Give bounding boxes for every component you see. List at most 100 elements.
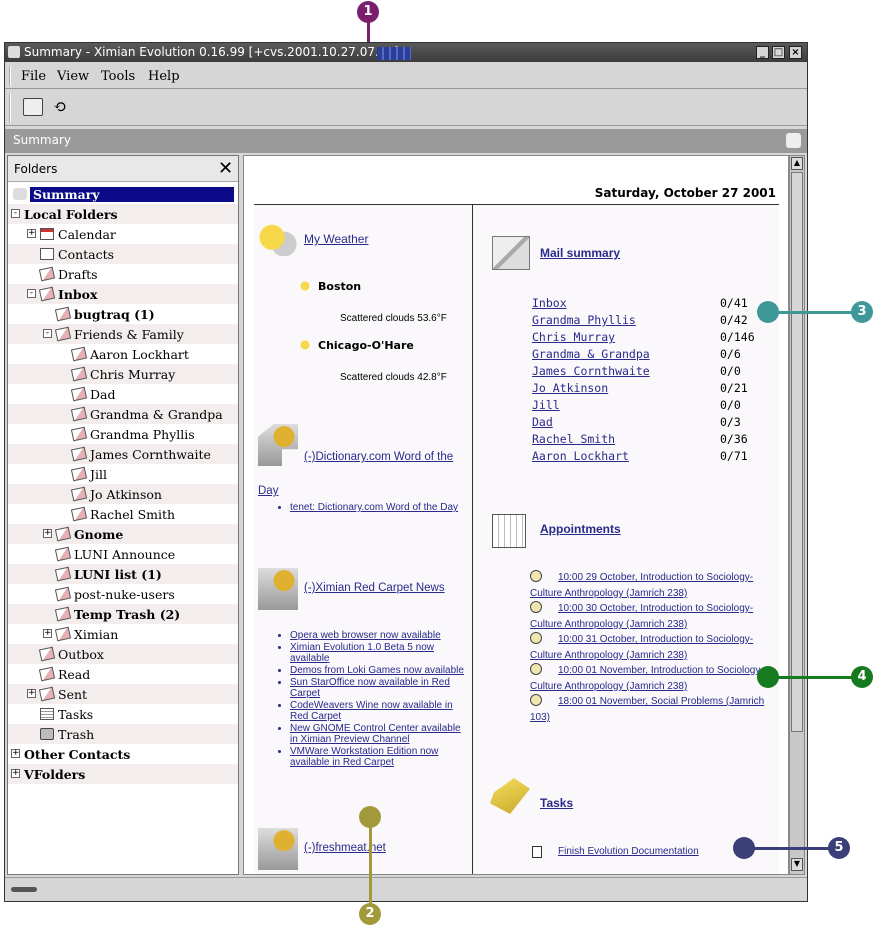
folder-item[interactable]: Tasks [8,704,238,724]
dictionary-title[interactable]: (-)Dictionary.com Word of the Day [258,440,474,508]
folder-header-title: Folders [14,162,58,176]
redcarpet-item[interactable]: CodeWeavers Wine now available in Red Ca… [290,700,470,722]
folder-label: LUNI Announce [74,547,176,562]
redcarpet-item[interactable]: VMWare Workstation Edition now available… [290,746,470,768]
freshmeat-icon [258,828,298,870]
summary-icon [13,188,27,200]
expand-icon[interactable]: + [43,629,52,638]
folder-item[interactable]: Dad [8,384,238,404]
maximize-button[interactable]: □ [772,46,785,59]
folder-item[interactable]: LUNI list (1) [8,564,238,584]
mail-folder-link[interactable]: Grandma Phyllis [532,313,636,327]
collapse-icon[interactable]: - [11,209,20,218]
folder-item[interactable]: post-nuke-users [8,584,238,604]
folder-item[interactable]: Rachel Smith [8,504,238,524]
mail-folder-count: 0/71 [720,449,748,463]
redcarpet-item[interactable]: Ximian Evolution 1.0 Beta 5 now availabl… [290,642,470,664]
menu-tools[interactable]: Tools [101,69,135,84]
menu-help[interactable]: Help [148,69,180,84]
appointment-item[interactable]: 10:00 01 November, Introduction to Socio… [530,663,778,695]
close-folders-icon[interactable]: ✕ [218,158,233,179]
task-item[interactable]: Finish Evolution Documentation [558,846,699,857]
mail-folder-link[interactable]: Dad [532,415,553,429]
folder-item[interactable]: Summary [8,184,238,204]
appointments-title[interactable]: Appointments [540,522,621,536]
folder-item[interactable]: + Sent [8,684,238,704]
title-bar[interactable]: Summary - Ximian Evolution 0.16.99 [+cvs… [5,43,807,62]
mail-folder-link[interactable]: Inbox [532,296,567,310]
mail-folder-link[interactable]: Aaron Lockhart [532,449,629,463]
weather-place-icon [298,280,312,292]
mail-folder-link[interactable]: Jill [532,398,560,412]
folder-item[interactable]: + Gnome [8,524,238,544]
folder-item[interactable]: Temp Trash (2) [8,604,238,624]
folder-item[interactable]: Grandma & Grandpa [8,404,238,424]
scroll-down-button[interactable]: ▼ [791,858,803,871]
tasks-title[interactable]: Tasks [540,796,573,810]
scroll-thumb[interactable] [791,172,803,732]
folder-item[interactable]: - Friends & Family [8,324,238,344]
mail-summary-title[interactable]: Mail summary [540,246,620,260]
weather-title[interactable]: My Weather [304,232,368,246]
toolbar: ⟲ [5,90,807,126]
folder-item[interactable]: Outbox [8,644,238,664]
vertical-scrollbar[interactable]: ▲ ▼ [789,155,805,875]
freshmeat-title[interactable]: (-)freshmeat.net [304,842,386,854]
mail-folder-link[interactable]: James Cornthwaite [532,364,650,378]
folder-item[interactable]: Jo Atkinson [8,484,238,504]
close-button[interactable]: × [789,46,802,59]
redcarpet-title[interactable]: (-)Ximian Red Carpet News [304,582,445,594]
minimize-button[interactable]: _ [756,46,769,59]
redcarpet-item[interactable]: New GNOME Control Center available in Xi… [290,723,470,745]
menu-view[interactable]: View [57,69,89,84]
mail-folder-link[interactable]: Jo Atkinson [532,381,608,395]
appointment-item[interactable]: 10:00 29 October, Introduction to Sociol… [530,570,778,602]
summary-bar-icon[interactable] [786,133,801,148]
folder-item[interactable]: Jill [8,464,238,484]
folder-item[interactable]: Aaron Lockhart [8,344,238,364]
folder-item[interactable]: Trash [8,724,238,744]
mail-icon [70,446,88,462]
folder-item[interactable]: LUNI Announce [8,544,238,564]
folder-item[interactable]: Read [8,664,238,684]
print-icon[interactable] [23,98,43,116]
appointment-item[interactable]: 18:00 01 November, Social Problems (Jamr… [530,694,778,726]
refresh-icon[interactable]: ⟲ [53,98,71,116]
collapse-icon[interactable]: - [27,289,36,298]
folder-item[interactable]: + Ximian [8,624,238,644]
dictionary-item[interactable]: tenet: Dictionary.com Word of the Day [290,502,470,513]
appointment-item[interactable]: 10:00 30 October, Introduction to Sociol… [530,601,778,633]
expand-icon[interactable]: + [27,689,36,698]
folder-item[interactable]: Grandma Phyllis [8,424,238,444]
expand-icon[interactable]: + [11,749,20,758]
redcarpet-item[interactable]: Sun StarOffice now available in Red Carp… [290,677,470,699]
appointment-item[interactable]: 10:00 31 October, Introduction to Sociol… [530,632,778,664]
folder-item[interactable]: Contacts [8,244,238,264]
folder-item[interactable]: Chris Murray [8,364,238,384]
redcarpet-item[interactable]: Opera web browser now available [290,630,470,641]
folder-item[interactable]: bugtraq (1) [8,304,238,324]
expand-icon[interactable]: + [11,769,20,778]
expand-icon[interactable]: + [43,529,52,538]
menu-file[interactable]: File [21,69,46,84]
collapse-icon[interactable]: - [43,329,52,338]
mail-folder-link[interactable]: Chris Murray [532,330,615,344]
redcarpet-item[interactable]: Demos from Loki Games now available [290,665,470,676]
folder-item[interactable]: + Other Contacts [8,744,238,764]
summary-bar: Summary [5,129,807,153]
mail-icon [54,566,72,582]
expand-icon[interactable]: + [27,229,36,238]
folder-list: Summary - Local Folders + Calendar Contacts Dr… [8,184,238,784]
folder-item[interactable]: + Calendar [8,224,238,244]
mail-folder-link[interactable]: Grandma & Grandpa [532,347,650,361]
mail-icon [54,526,72,542]
folder-item[interactable]: James Cornthwaite [8,444,238,464]
folder-item[interactable]: - Inbox [8,284,238,304]
mail-folder-count: 0/146 [720,330,755,344]
folder-item[interactable]: + VFolders [8,764,238,784]
folder-item[interactable]: Drafts [8,264,238,284]
mail-folder-link[interactable]: Rachel Smith [532,432,615,446]
folder-label: Tasks [58,707,94,722]
scroll-up-button[interactable]: ▲ [791,157,803,170]
folder-item[interactable]: - Local Folders [8,204,238,224]
